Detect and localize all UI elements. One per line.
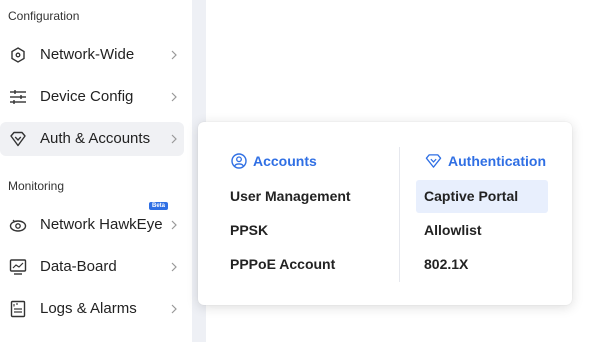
sidebar-item-device-config[interactable]: Device Config	[0, 80, 184, 114]
accounts-header: Accounts	[231, 153, 317, 169]
sidebar-item-label: Auth & Accounts	[40, 130, 151, 147]
sidebar-item-label: Device Config	[40, 88, 134, 105]
chevron-right-icon	[168, 218, 180, 232]
chart-board-icon	[8, 257, 28, 277]
sidebar-item-network-hawkeye[interactable]: Network HawkEye Beta	[0, 202, 184, 242]
chevron-right-icon	[168, 90, 180, 104]
chevron-right-icon	[168, 302, 180, 316]
link-802-1x[interactable]: 802.1X	[424, 248, 468, 281]
link-allowlist[interactable]: Allowlist	[424, 214, 482, 247]
sidebar-item-auth-accounts[interactable]: Auth & Accounts	[0, 122, 184, 156]
beta-badge: Beta	[149, 202, 169, 210]
user-circle-icon	[231, 153, 247, 169]
log-file-icon	[8, 299, 28, 319]
chevron-right-icon	[168, 260, 180, 274]
sidebar: Configuration Network-Wide Device Config…	[0, 0, 192, 342]
link-user-management[interactable]: User Management	[230, 180, 351, 213]
sidebar-item-label: Network HawkEye	[40, 216, 163, 233]
link-ppsk[interactable]: PPSK	[230, 214, 268, 247]
chevron-right-icon	[168, 132, 180, 146]
sliders-icon	[8, 87, 28, 107]
eye-icon	[8, 215, 28, 235]
accounts-title: Accounts	[253, 153, 317, 169]
hexagon-dot-icon	[8, 45, 28, 65]
sidebar-item-label: Logs & Alarms	[40, 300, 137, 317]
sidebar-item-data-board[interactable]: Data-Board	[0, 250, 184, 284]
section-label-configuration: Configuration	[8, 9, 80, 23]
section-label-monitoring: Monitoring	[8, 179, 65, 193]
authentication-title: Authentication	[448, 153, 546, 169]
column-divider	[399, 147, 400, 282]
sidebar-item-label: Data-Board	[40, 258, 117, 275]
link-captive-portal[interactable]: Captive Portal	[416, 180, 548, 213]
shield-heart-icon	[425, 154, 442, 168]
link-pppoe-account[interactable]: PPPoE Account	[230, 248, 335, 281]
sidebar-item-label: Network-Wide	[40, 46, 135, 63]
sidebar-item-network-wide[interactable]: Network-Wide	[0, 38, 184, 72]
shield-heart-icon	[8, 129, 28, 149]
sidebar-item-logs-alarms[interactable]: Logs & Alarms	[0, 292, 184, 326]
authentication-header: Authentication	[425, 153, 546, 169]
auth-accounts-submenu: Accounts User Management PPSK PPPoE Acco…	[198, 122, 572, 305]
chevron-right-icon	[168, 48, 180, 62]
